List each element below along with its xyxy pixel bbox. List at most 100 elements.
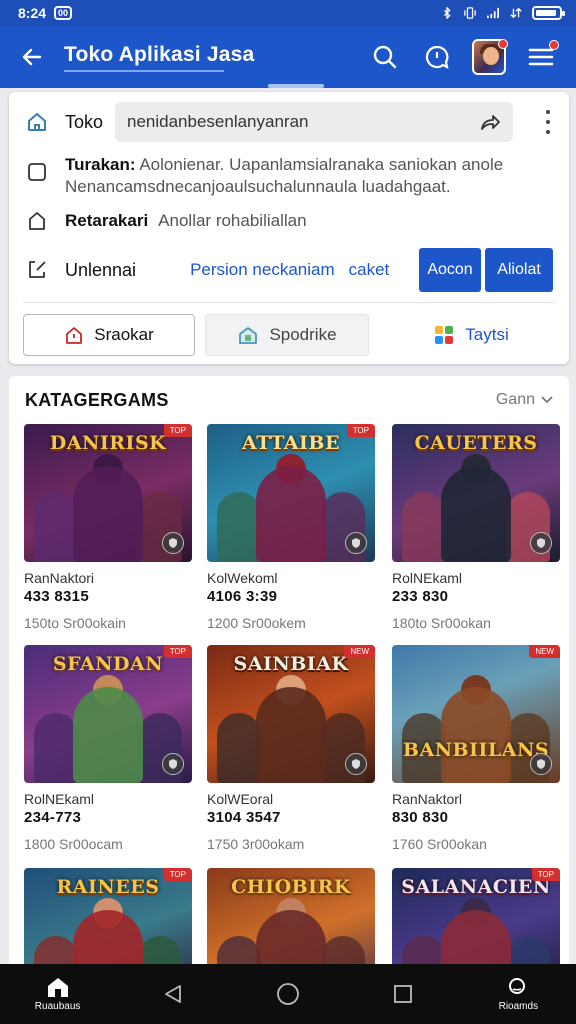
game-name: RolNEkaml xyxy=(392,570,463,586)
info-title: Turakan: xyxy=(65,155,136,174)
game-card[interactable]: SALANACIEN TOP xyxy=(392,868,560,976)
search-query: nenidanbesenlanyanran xyxy=(127,112,309,131)
shield-icon xyxy=(530,532,552,554)
game-meta: 180to Sr00okan xyxy=(392,615,491,631)
arrow-left-icon xyxy=(22,48,42,66)
game-tag: NEW xyxy=(529,645,560,658)
category-title: KATAGERGAMS xyxy=(25,390,169,410)
home-circle-icon xyxy=(277,983,299,1005)
rating-row: Retarakari Anollar rohabiliallan xyxy=(9,206,569,236)
tab-taytsi[interactable]: Taytsi xyxy=(389,314,553,356)
category-filter-label: Gann xyxy=(495,391,535,408)
game-card[interactable]: BANBIILANS NEW RanNaktorl 830 830 1760 S… xyxy=(392,645,560,852)
share-icon[interactable] xyxy=(479,112,501,132)
data-icon xyxy=(510,7,522,19)
chat-bubble-icon xyxy=(425,45,449,69)
search-row-label: Toko xyxy=(65,111,104,132)
clock: 8:24 xyxy=(18,5,47,21)
back-button[interactable] xyxy=(0,26,64,88)
nav-home-circle[interactable] xyxy=(243,982,333,1006)
house-icon xyxy=(66,327,83,344)
nav-back[interactable] xyxy=(128,983,218,1005)
game-card[interactable]: RAINEES TOP xyxy=(24,868,192,976)
caket-link[interactable]: caket xyxy=(349,260,390,280)
nav-search-label: Rioamds xyxy=(498,1001,539,1012)
aocon-button[interactable]: Aocon xyxy=(419,248,481,292)
game-name: KolWEoral xyxy=(207,791,274,807)
persion-link[interactable]: Persion neckaniam xyxy=(190,260,335,280)
more-options-button[interactable] xyxy=(545,110,551,134)
tab-sraokar[interactable]: Sraokar xyxy=(23,314,195,356)
nav-home-label: Ruaubaus xyxy=(34,1001,81,1012)
action-row-label: Unlennai xyxy=(65,259,137,280)
menu-notification-dot xyxy=(549,40,559,50)
menu-button[interactable] xyxy=(524,40,559,74)
game-thumbnail: CHIOBIRK xyxy=(207,868,375,976)
search-button[interactable] xyxy=(368,40,402,74)
info-row: Turakan: Aolonienar. Uapanlamsialranaka … xyxy=(9,154,569,204)
game-tag: NEW xyxy=(344,645,375,658)
game-tag: TOP xyxy=(346,424,375,437)
game-card[interactable]: SFANDAN TOP RolNEkaml 234-773 1800 Sr00o… xyxy=(24,645,192,852)
recents-square-icon xyxy=(394,985,413,1003)
chat-button[interactable] xyxy=(420,40,454,74)
game-name: RolNEkaml xyxy=(24,791,95,807)
status-bar: 8:24 00 xyxy=(0,0,576,26)
game-thumbnail: BANBIILANS NEW xyxy=(392,645,560,783)
chevron-down-icon xyxy=(541,396,553,404)
game-stats: 3104 3547 xyxy=(207,809,281,826)
game-thumbnail: SAINBIAK NEW xyxy=(207,645,375,783)
game-meta: 1760 Sr00okan xyxy=(392,836,487,852)
shield-icon xyxy=(345,753,367,775)
edit-square-icon xyxy=(9,260,65,280)
nav-recents[interactable] xyxy=(358,984,448,1004)
apps-grid-icon xyxy=(435,326,454,344)
page-title: Toko Aplikasi Jasa xyxy=(64,42,255,66)
aliolat-button[interactable]: Aliolat xyxy=(485,248,553,292)
game-stats: 233 830 xyxy=(392,588,449,605)
nav-search[interactable]: Rioamds xyxy=(473,976,563,1012)
search-icon xyxy=(373,45,397,69)
game-card[interactable]: CAUETERS RolNEkaml 233 830 180to Sr00oka… xyxy=(392,424,560,631)
search-input[interactable]: nenidanbesenlanyanran xyxy=(115,102,513,142)
game-thumbnail: ATTAIBE TOP xyxy=(207,424,375,562)
divider xyxy=(23,302,555,303)
game-thumbnail: RAINEES TOP xyxy=(24,868,192,976)
nav-home[interactable]: Ruaubaus xyxy=(13,976,103,1012)
game-card[interactable]: SAINBIAK NEW KolWEoral 3104 3547 1750 3r… xyxy=(207,645,375,852)
game-logo: CAUETERS xyxy=(414,432,538,454)
avatar-notification-dot xyxy=(498,39,508,49)
game-thumbnail: DANIRISK TOP xyxy=(24,424,192,562)
game-thumbnail: SFANDAN TOP xyxy=(24,645,192,783)
store-icon xyxy=(239,327,258,344)
bluetooth-icon xyxy=(443,7,451,19)
shield-icon xyxy=(530,753,552,775)
checkbox-icon[interactable] xyxy=(9,154,65,182)
game-card[interactable]: CHIOBIRK xyxy=(207,868,375,976)
game-stats: 830 830 xyxy=(392,809,449,826)
game-card[interactable]: DANIRISK TOP RanNaktori 433 8315 150to S… xyxy=(24,424,192,631)
tab-sraokar-label: Sraokar xyxy=(94,325,154,344)
shield-icon xyxy=(162,753,184,775)
tab-spodrike[interactable]: Spodrike xyxy=(205,314,369,356)
rating-text: Anollar rohabiliallan xyxy=(158,211,307,230)
signal-icon xyxy=(487,7,499,19)
game-meta: 1200 Sr00okem xyxy=(207,615,306,631)
profile-avatar-button[interactable] xyxy=(472,39,508,75)
search-icon xyxy=(509,978,526,994)
home-icon xyxy=(47,978,68,997)
shield-icon xyxy=(345,532,367,554)
app-bar: Toko Aplikasi Jasa xyxy=(0,26,576,88)
game-name: KolWekoml xyxy=(207,570,278,586)
rating-title: Retarakari xyxy=(65,211,149,230)
info-text: Turakan: Aolonienar. Uapanlamsialranaka … xyxy=(65,154,505,198)
title-underline xyxy=(64,69,224,72)
category-filter-dropdown[interactable]: Gann xyxy=(496,391,553,409)
tab-indicator xyxy=(268,84,324,88)
store-info-card: Toko nenidanbesenlanyanran Turakan: Aolo… xyxy=(9,92,569,364)
system-nav-bar: Ruaubaus Rioamds xyxy=(0,964,576,1024)
game-name: RanNaktorl xyxy=(392,791,463,807)
game-tag: TOP xyxy=(163,868,192,881)
game-stats: 4106 3:39 xyxy=(207,588,278,605)
game-card[interactable]: ATTAIBE TOP KolWekoml 4106 3:39 1200 Sr0… xyxy=(207,424,375,631)
